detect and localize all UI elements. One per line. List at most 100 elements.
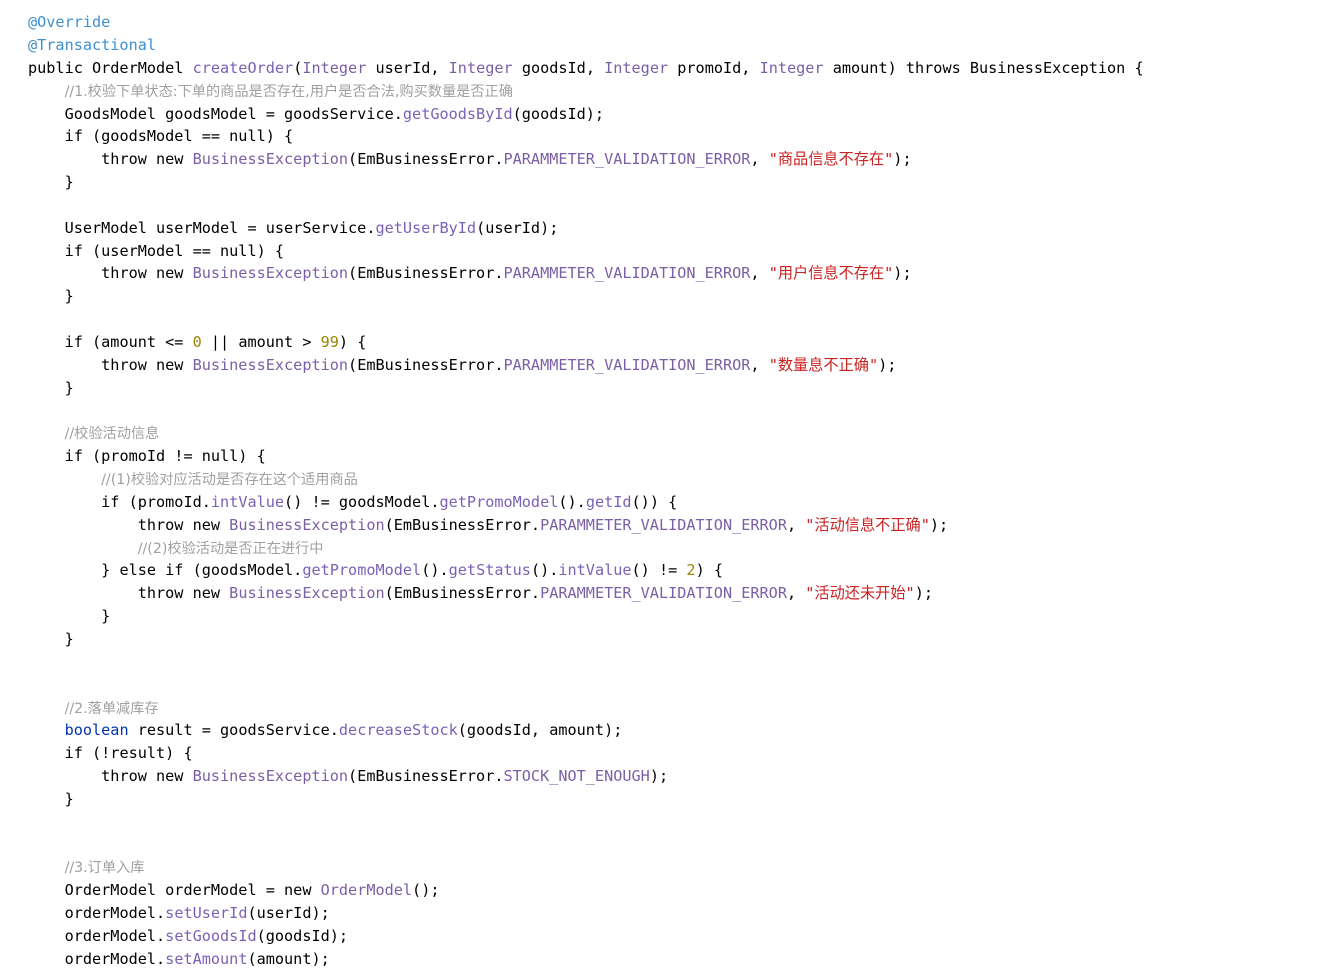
source-code-block[interactable]: @Override @Transactional public OrderModel…: [28, 11, 1144, 970]
token-type: BusinessException: [192, 264, 349, 283]
token-string: "活动还未开始": [805, 584, 915, 603]
token-const: STOCK_NOT_ENOUGH: [503, 767, 650, 786]
token-plain: (goodsId);: [256, 926, 349, 945]
code-line[interactable]: }: [28, 628, 1144, 651]
token-const: PARAMMETER_VALIDATION_ERROR: [503, 355, 751, 374]
token-type: Integer: [759, 58, 824, 77]
token-annotation: @Override: [28, 13, 111, 32]
code-line[interactable]: //3.订单入库: [28, 856, 1144, 879]
token-string: "商品信息不存在": [768, 150, 894, 169]
code-line[interactable]: }: [28, 377, 1144, 400]
code-line[interactable]: UserModel userModel = userService.getUse…: [28, 217, 1144, 240]
code-line[interactable]: if (goodsModel == null) {: [28, 125, 1144, 148]
token-plain: throw new: [101, 355, 193, 374]
code-line[interactable]: if (!result) {: [28, 742, 1144, 765]
code-line[interactable]: OrderModel orderModel = new OrderModel()…: [28, 879, 1144, 902]
token-plain: );: [929, 515, 949, 534]
code-line[interactable]: //1.校验下单状态:下单的商品是否存在,用户是否合法,购买数量是否正确: [28, 80, 1144, 103]
code-line[interactable]: }: [28, 171, 1144, 194]
token-plain: ().: [530, 561, 559, 580]
code-line[interactable]: throw new BusinessException(EmBusinessEr…: [28, 262, 1144, 285]
code-line[interactable]: [28, 811, 1144, 834]
token-comment: //3.订单入库: [64, 860, 145, 877]
token-plain: GoodsModel goodsModel = goodsService.: [64, 104, 403, 123]
token-string: "活动信息不正确": [805, 515, 930, 534]
code-line[interactable]: orderModel.setGoodsId(goodsId);: [28, 925, 1144, 948]
code-line[interactable]: boolean result = goodsService.decreaseSt…: [28, 719, 1144, 742]
code-line[interactable]: [28, 308, 1144, 331]
code-line[interactable]: if (userModel == null) {: [28, 240, 1144, 263]
token-plain: } else if (goodsModel.: [101, 561, 303, 580]
token-plain: orderModel.: [64, 949, 166, 968]
token-plain: ,: [786, 584, 806, 603]
token-number: 2: [686, 561, 696, 580]
code-line[interactable]: @Override: [28, 11, 1144, 34]
token-plain: (EmBusinessError.: [348, 150, 504, 169]
token-comment: //(2)校验活动是否正在进行中: [137, 540, 324, 557]
token-plain: (goodsId);: [512, 104, 605, 123]
token-type: BusinessException: [229, 584, 385, 603]
code-line[interactable]: orderModel.setAmount(amount);: [28, 948, 1144, 971]
code-line[interactable]: throw new BusinessException(EmBusinessEr…: [28, 582, 1144, 605]
code-line[interactable]: [28, 834, 1144, 857]
code-line[interactable]: [28, 194, 1144, 217]
code-line[interactable]: //(1)校验对应活动是否存在这个适用商品: [28, 468, 1144, 491]
token-plain: }: [64, 173, 74, 192]
code-line[interactable]: [28, 400, 1144, 423]
token-method: createOrder: [192, 58, 294, 77]
code-line[interactable]: orderModel.setUserId(userId);: [28, 902, 1144, 925]
token-plain: ().: [558, 492, 586, 511]
token-method: getUserById: [375, 218, 477, 237]
code-line[interactable]: [28, 651, 1144, 674]
token-plain: }: [64, 789, 74, 808]
code-line[interactable]: [28, 674, 1144, 697]
token-plain: );: [649, 767, 669, 786]
token-plain: throw new: [137, 584, 230, 603]
code-line[interactable]: }: [28, 285, 1144, 308]
code-line[interactable]: //(2)校验活动是否正在进行中: [28, 537, 1144, 560]
code-line[interactable]: if (promoId != null) {: [28, 445, 1144, 468]
code-line[interactable]: //2.落单减库存: [28, 697, 1144, 720]
code-line[interactable]: } else if (goodsModel.getPromoModel().ge…: [28, 559, 1144, 582]
token-plain: () !=: [631, 561, 687, 580]
code-viewer: @Override @Transactional public OrderModel…: [0, 0, 1317, 968]
token-plain: );: [893, 150, 912, 169]
token-method: setUserId: [165, 904, 248, 923]
token-plain: if (!result) {: [64, 744, 193, 763]
code-line[interactable]: throw new BusinessException(EmBusinessEr…: [28, 148, 1144, 171]
token-plain: ) {: [695, 561, 723, 580]
code-line[interactable]: }: [28, 605, 1144, 628]
token-method: setGoodsId: [165, 926, 257, 945]
code-line[interactable]: throw new BusinessException(EmBusinessEr…: [28, 354, 1144, 377]
code-line[interactable]: GoodsModel goodsModel = goodsService.get…: [28, 103, 1144, 126]
token-method: getPromoModel: [302, 561, 422, 580]
token-plain: amount) throws BusinessException {: [823, 58, 1144, 77]
code-line[interactable]: }: [28, 788, 1144, 811]
token-plain: ().: [421, 561, 449, 580]
token-plain: (EmBusinessError.: [348, 264, 504, 283]
token-plain: orderModel.: [64, 926, 166, 945]
code-line[interactable]: if (amount <= 0 || amount > 99) {: [28, 331, 1144, 354]
code-line[interactable]: public OrderModel createOrder(Integer us…: [28, 57, 1144, 80]
token-plain: promoId,: [668, 58, 760, 77]
token-string: "用户信息不存在": [768, 264, 894, 283]
code-line[interactable]: if (promoId.intValue() != goodsModel.get…: [28, 491, 1144, 514]
code-line[interactable]: //校验活动信息: [28, 422, 1144, 445]
code-line[interactable]: throw new BusinessException(EmBusinessEr…: [28, 765, 1144, 788]
code-line[interactable]: @Transactional: [28, 34, 1144, 57]
token-plain: public OrderModel: [28, 58, 193, 77]
token-const: PARAMMETER_VALIDATION_ERROR: [540, 584, 787, 603]
token-plain: );: [878, 355, 897, 374]
token-method: getId: [585, 492, 632, 511]
code-line[interactable]: throw new BusinessException(EmBusinessEr…: [28, 514, 1144, 537]
